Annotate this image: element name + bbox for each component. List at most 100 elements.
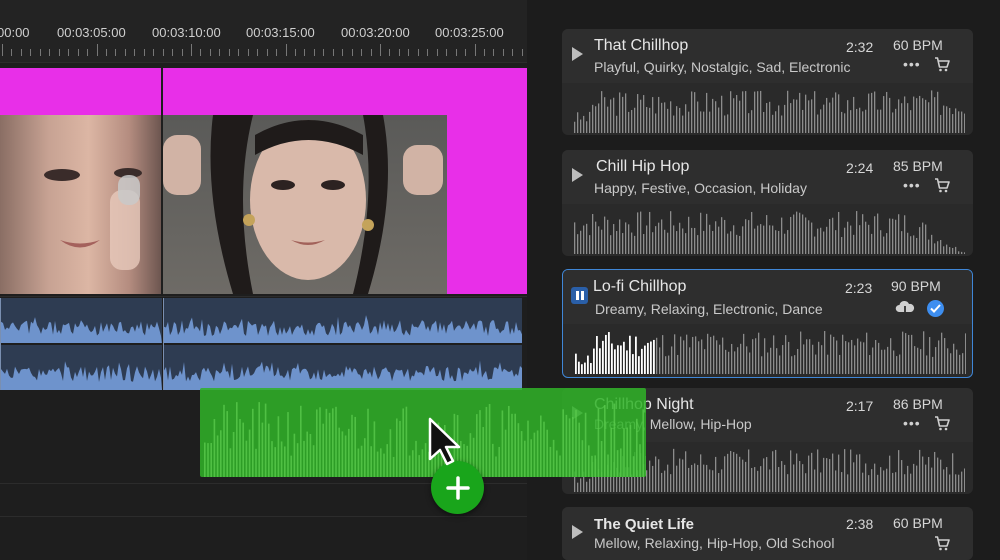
waveform-bar: [845, 341, 847, 374]
waveform-bar: [698, 341, 700, 374]
waveform-bar: [802, 109, 804, 133]
audio-clip-1[interactable]: [0, 298, 162, 390]
track-card[interactable]: That Chillhop Playful, Quirky, Nostalgic…: [562, 29, 973, 135]
more-options-icon[interactable]: •••: [903, 56, 921, 72]
dragged-audio-clip[interactable]: [200, 388, 646, 477]
waveform-bar: [595, 221, 597, 254]
waveform-bar: [874, 463, 876, 492]
waveform-bar: [883, 470, 885, 492]
waveform-bar: [700, 454, 702, 492]
waveform-bar: [862, 214, 864, 254]
waveform-bar: [742, 91, 744, 133]
waveform-bar: [695, 336, 697, 374]
waveform-bar: [646, 107, 648, 133]
waveform-bar: [796, 211, 798, 254]
waveform-bar: [608, 332, 610, 374]
waveform-bar: [908, 334, 910, 374]
waveform-bar: [589, 111, 591, 133]
more-options-icon[interactable]: •••: [903, 415, 921, 431]
video-clip-2[interactable]: [163, 68, 527, 294]
waveform-bar: [827, 354, 829, 374]
waveform-bar: [559, 455, 561, 477]
waveform-bar: [805, 217, 807, 254]
waveform-bar: [580, 119, 582, 133]
play-icon[interactable]: [572, 525, 583, 539]
waveform-bar: [745, 461, 747, 492]
waveform-bar: [730, 91, 732, 133]
waveform-bar: [661, 472, 663, 492]
waveform-bar: [408, 455, 411, 477]
waveform-bar: [524, 440, 526, 477]
track-card-active[interactable]: Lo-fi Chillhop Dreamy, Relaxing, Electro…: [562, 269, 973, 378]
waveform[interactable]: [573, 326, 966, 374]
waveform-bar: [875, 340, 877, 374]
waveform-bar: [600, 441, 603, 477]
ruler-tick: [219, 49, 221, 56]
waveform-bar: [904, 215, 906, 254]
waveform-bar: [354, 416, 356, 477]
ruler-tick: [77, 49, 79, 56]
waveform-bar: [754, 228, 756, 254]
waveform-bar: [556, 450, 558, 477]
cart-icon[interactable]: [934, 57, 950, 72]
waveform-bar: [213, 419, 216, 477]
waveform-bar: [871, 469, 873, 492]
waveform-bar: [937, 91, 939, 133]
play-icon[interactable]: [572, 47, 583, 61]
waveform-bar: [706, 213, 708, 254]
waveform-bar: [859, 107, 861, 133]
waveform-bar: [479, 410, 481, 477]
cart-icon[interactable]: [934, 416, 950, 431]
waveform-bar: [797, 349, 799, 374]
waveform-bar: [913, 463, 915, 492]
waveform-bar: [739, 100, 741, 133]
ruler-tick: [191, 44, 192, 56]
waveform-bar: [668, 355, 670, 374]
waveform-bar: [577, 482, 579, 492]
waveform-bar: [348, 428, 350, 477]
cloud-download-icon[interactable]: [895, 300, 915, 317]
track-bpm: 90 BPM: [891, 278, 941, 294]
waveform-bar: [661, 219, 663, 254]
cart-icon[interactable]: [934, 536, 950, 551]
video-track: [0, 68, 527, 294]
waveform-bar: [620, 345, 622, 374]
waveform-bar: [715, 456, 717, 492]
pause-icon[interactable]: [571, 287, 588, 304]
waveform-bar: [850, 449, 852, 492]
play-icon[interactable]: [572, 168, 583, 182]
waveform-bar: [319, 407, 321, 477]
waveform-bar: [754, 467, 756, 492]
waveform-bar: [599, 348, 601, 374]
more-options-icon[interactable]: •••: [903, 177, 921, 193]
waveform-bar: [886, 233, 888, 254]
time-ruler[interactable]: 00:00 00:03:05:00 00:03:10:00 00:03:15:0…: [0, 0, 527, 63]
waveform-bar: [832, 453, 834, 492]
waveform-bar: [826, 97, 828, 133]
waveform-bar: [575, 409, 577, 477]
waveform-bar: [787, 90, 789, 133]
waveform-bar: [588, 445, 590, 477]
waveform[interactable]: [572, 206, 965, 254]
track-card[interactable]: Chill Hip Hop Happy, Festive, Occasion, …: [562, 150, 973, 256]
waveform-bar: [718, 226, 720, 254]
track-bpm: 85 BPM: [893, 158, 943, 174]
waveform-bar: [856, 108, 858, 133]
waveform-bar: [922, 222, 924, 254]
track-card[interactable]: The Quiet Life Mellow, Relaxing, Hip-Hop…: [562, 507, 973, 560]
waveform-bar: [602, 340, 604, 374]
waveform-bar: [910, 473, 912, 492]
ruler-tick: [124, 49, 126, 56]
waveform-bar: [961, 251, 963, 254]
ruler-tick: [483, 49, 485, 56]
waveform-bar: [853, 96, 855, 133]
waveform[interactable]: [572, 85, 965, 133]
waveform-bar: [613, 224, 615, 254]
audio-clip-2[interactable]: [163, 298, 522, 390]
waveform-bar: [632, 456, 635, 477]
waveform-bar: [335, 406, 337, 477]
track-title: Chill Hip Hop: [596, 158, 690, 175]
video-clip-1[interactable]: [0, 68, 161, 294]
cart-icon[interactable]: [934, 178, 950, 193]
waveform-bar: [880, 467, 882, 492]
